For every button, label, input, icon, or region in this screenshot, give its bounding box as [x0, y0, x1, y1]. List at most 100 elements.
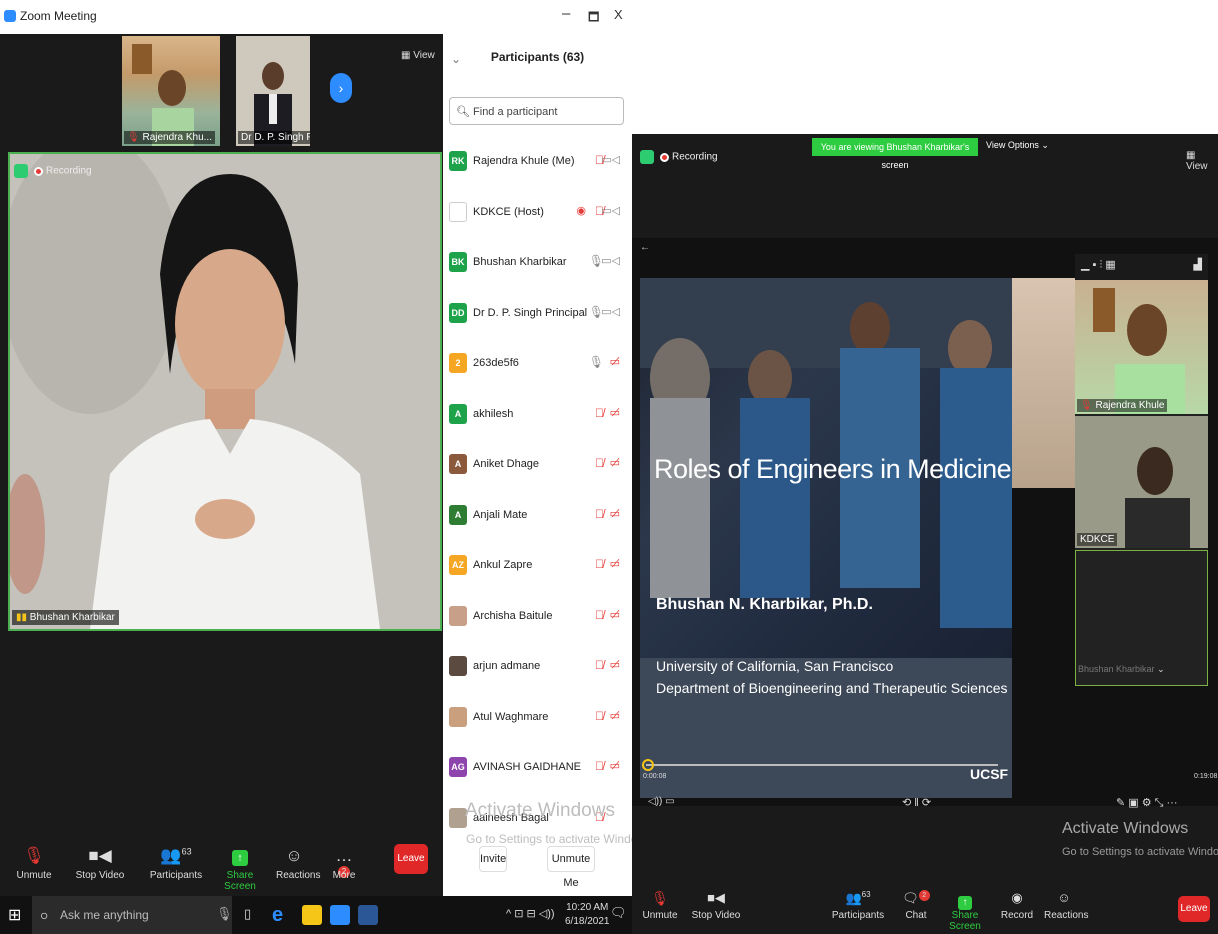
notification-icon[interactable]: 🗨 — [610, 905, 627, 921]
view-options-button[interactable]: View Options ⌄ — [986, 140, 1049, 151]
avatar: DD — [449, 302, 467, 323]
windows-taskbar: ⊞ ○ Ask me anything 🎙 ▯ e ^ ⊡ ⊟ ◁)) 10:20… — [0, 896, 632, 934]
cortana-icon: ○ — [40, 907, 49, 923]
participant-row[interactable]: A Anjali Mate 🎙̸ ▭̸ — [443, 490, 632, 541]
participant-row[interactable]: DD Dr D. P. Singh Principal 🎙︎ ▭◁ — [443, 288, 632, 339]
participant-row[interactable]: RK Rajendra Khule (Me) 🎙̸ ▭◁ — [443, 136, 632, 187]
participant-row[interactable]: AZ Ankul Zapre 🎙̸ ▭̸ — [443, 540, 632, 591]
tray-icons[interactable]: ^ ⊡ ⊟ ◁)) — [506, 907, 555, 920]
camera-off-icon: ▭̸ — [609, 356, 620, 368]
unmute-button[interactable]: 🎙 Unmute — [14, 846, 54, 881]
participant-row[interactable]: Archisha Baitule 🎙̸ ▭̸ — [443, 591, 632, 642]
taskbar-search[interactable]: ○ Ask me anything — [32, 896, 232, 934]
camera-icon: ■◀ — [707, 890, 725, 905]
participant-row[interactable]: Atul Waghmare 🎙̸ ▭̸ — [443, 692, 632, 743]
participant-row[interactable]: A Aniket Dhage 🎙̸ ▭̸ — [443, 439, 632, 490]
record-button[interactable]: ◉ Record — [1000, 890, 1034, 921]
meeting-toolbar-right: 🎙 Unmute ■◀ Stop Video 👥63 Participants 🗨 2 C… — [632, 886, 1218, 934]
participant-name: Archisha Baitule — [473, 609, 553, 622]
active-speaker-video[interactable]: Recording ▮▮ Bhushan Kharbikar — [8, 152, 442, 631]
zoom-logo-icon — [4, 10, 16, 22]
edge-icon[interactable]: e — [272, 905, 292, 925]
ucsf-logo: UCSF — [970, 766, 1009, 782]
shield-icon — [14, 164, 28, 178]
participants-button[interactable]: 👥63 Participants — [830, 890, 886, 921]
video-progress-bar[interactable] — [646, 764, 998, 766]
recording-dot-icon — [660, 152, 669, 162]
progress-handle[interactable] — [642, 759, 654, 771]
windows-start-icon[interactable]: ⊞ — [8, 905, 21, 925]
playback-controls-icon[interactable]: ⟲ ‖ ⟳ — [902, 796, 931, 809]
avatar: AZ — [449, 555, 467, 575]
participant-row[interactable]: KDKCE (Host) ◉ 🎙̸ ▭◁ — [443, 187, 632, 238]
share-screen-button[interactable]: ↑ Share Screen — [942, 890, 988, 932]
task-view-icon[interactable]: ▯ — [244, 906, 251, 922]
mic-muted-icon: 🎙̸ — [595, 607, 604, 622]
file-explorer-icon[interactable] — [302, 905, 322, 925]
activate-windows-title: Activate Windows — [1062, 820, 1189, 837]
camera-icon: ▭◁ — [601, 204, 620, 217]
participant-row[interactable]: BK Bhushan Kharbikar 🎙︎ ▭◁ — [443, 237, 632, 288]
video-tile-kdkce[interactable]: KDKCE — [1075, 416, 1208, 548]
participant-row[interactable]: Aakhilesh 🎙̸ ▭̸ — [443, 389, 632, 440]
recording-indicator: Recording — [14, 164, 92, 178]
reactions-button[interactable]: ☺ Reactions — [276, 846, 320, 881]
participants-button[interactable]: 👥63 Participants — [148, 846, 204, 881]
word-icon[interactable] — [358, 905, 378, 925]
tile-label: 🎙 Rajendra Khule — [1077, 399, 1168, 412]
back-arrow-icon[interactable]: ← — [640, 242, 650, 253]
camera-off-icon: ▭̸ — [609, 659, 620, 671]
camera-off-icon: ▭̸ — [609, 507, 620, 520]
participant-row[interactable]: arjun admane 🎙̸ ▭̸ — [443, 641, 632, 692]
unmute-button[interactable]: 🎙 Unmute — [642, 890, 678, 921]
participant-row[interactable]: 2 263de5f6 🎙︎ ▭̸ — [443, 338, 632, 389]
leave-button[interactable]: Leave — [1178, 896, 1210, 922]
more-button[interactable]: …2 More — [330, 846, 358, 881]
activate-windows-title: Activate Windows — [465, 800, 615, 821]
minimize-button[interactable]: – — [562, 5, 570, 22]
unmute-me-button[interactable]: Unmute Me — [547, 846, 595, 889]
avatar: A — [449, 504, 467, 525]
mic-icon: 🎙︎ — [588, 355, 604, 369]
participant-row[interactable]: AG AVINASH GAIDHANE 🎙̸ ▭̸ — [443, 742, 632, 793]
slide-background-image — [640, 278, 1012, 798]
annotation-tools-icon[interactable]: ✎ ▣ ⚙ ⤡ ··· — [1116, 796, 1178, 810]
chat-badge: 2 — [918, 890, 930, 901]
layout-controls[interactable]: ▁ ▪ ⫶ ▦ ▟ — [1075, 254, 1208, 280]
stop-video-button[interactable]: ■◀ Stop Video — [688, 890, 744, 921]
window-title: Zoom Meeting — [20, 9, 97, 23]
participant-search-input[interactable]: 🔍︎ Find a participant — [449, 97, 624, 125]
mic-muted-icon: 🎙̸ — [595, 759, 604, 773]
zoom-taskbar-icon[interactable] — [330, 905, 350, 925]
share-icon: ↑ — [942, 890, 988, 910]
participant-name: KDKCE (Host) — [473, 205, 544, 218]
share-screen-button[interactable]: ↑ Share Screen — [216, 846, 264, 892]
record-icon: ◉ — [1011, 890, 1023, 905]
volume-icon[interactable]: ◁)) ▭ — [648, 796, 675, 807]
camera-off-icon: ▭̸ — [609, 558, 620, 570]
mic-icon[interactable]: 🎙 — [216, 906, 233, 922]
thumb-label: Dr D. P. Singh Pr... — [238, 131, 310, 144]
view-button[interactable]: ▦ View — [1186, 150, 1218, 172]
next-page-button[interactable]: › — [330, 73, 352, 103]
mic-muted-icon: 🎙̸ — [595, 456, 604, 470]
video-thumb-dp-singh[interactable]: Dr D. P. Singh Pr... — [236, 36, 310, 146]
chat-button[interactable]: 🗨 2 Chat — [902, 890, 930, 921]
thumb-label: 🎙 Rajendra Khu... — [124, 131, 215, 144]
invite-button[interactable]: Invite — [479, 846, 507, 872]
view-button[interactable]: ▦ View — [401, 50, 435, 61]
stop-video-button[interactable]: ■◀ Stop Video — [70, 846, 130, 881]
leave-button[interactable]: Leave — [394, 844, 428, 874]
chevron-down-icon: ⌄ — [1157, 664, 1165, 674]
avatar: RK — [449, 151, 467, 171]
close-button[interactable]: X — [614, 7, 623, 22]
video-tile-bhushan[interactable]: Bhushan Kharbikar ⌄ — [1075, 550, 1208, 686]
person-image — [1093, 288, 1185, 414]
meeting-toolbar: 🎙 Unmute ■◀ Stop Video 👥63 Participants ↑ Sh… — [0, 836, 443, 896]
video-tile-rajendra[interactable]: 🎙 Rajendra Khule — [1075, 280, 1208, 414]
maximize-button[interactable]: 🗖 — [588, 8, 599, 29]
video-thumb-rajendra[interactable]: 🎙 Rajendra Khu... — [122, 36, 220, 146]
clock[interactable]: 10:20 AM 6/18/2021 — [565, 901, 610, 929]
reactions-button[interactable]: ☺ Reactions — [1044, 890, 1088, 921]
grid-icon: ▦ — [401, 50, 411, 61]
